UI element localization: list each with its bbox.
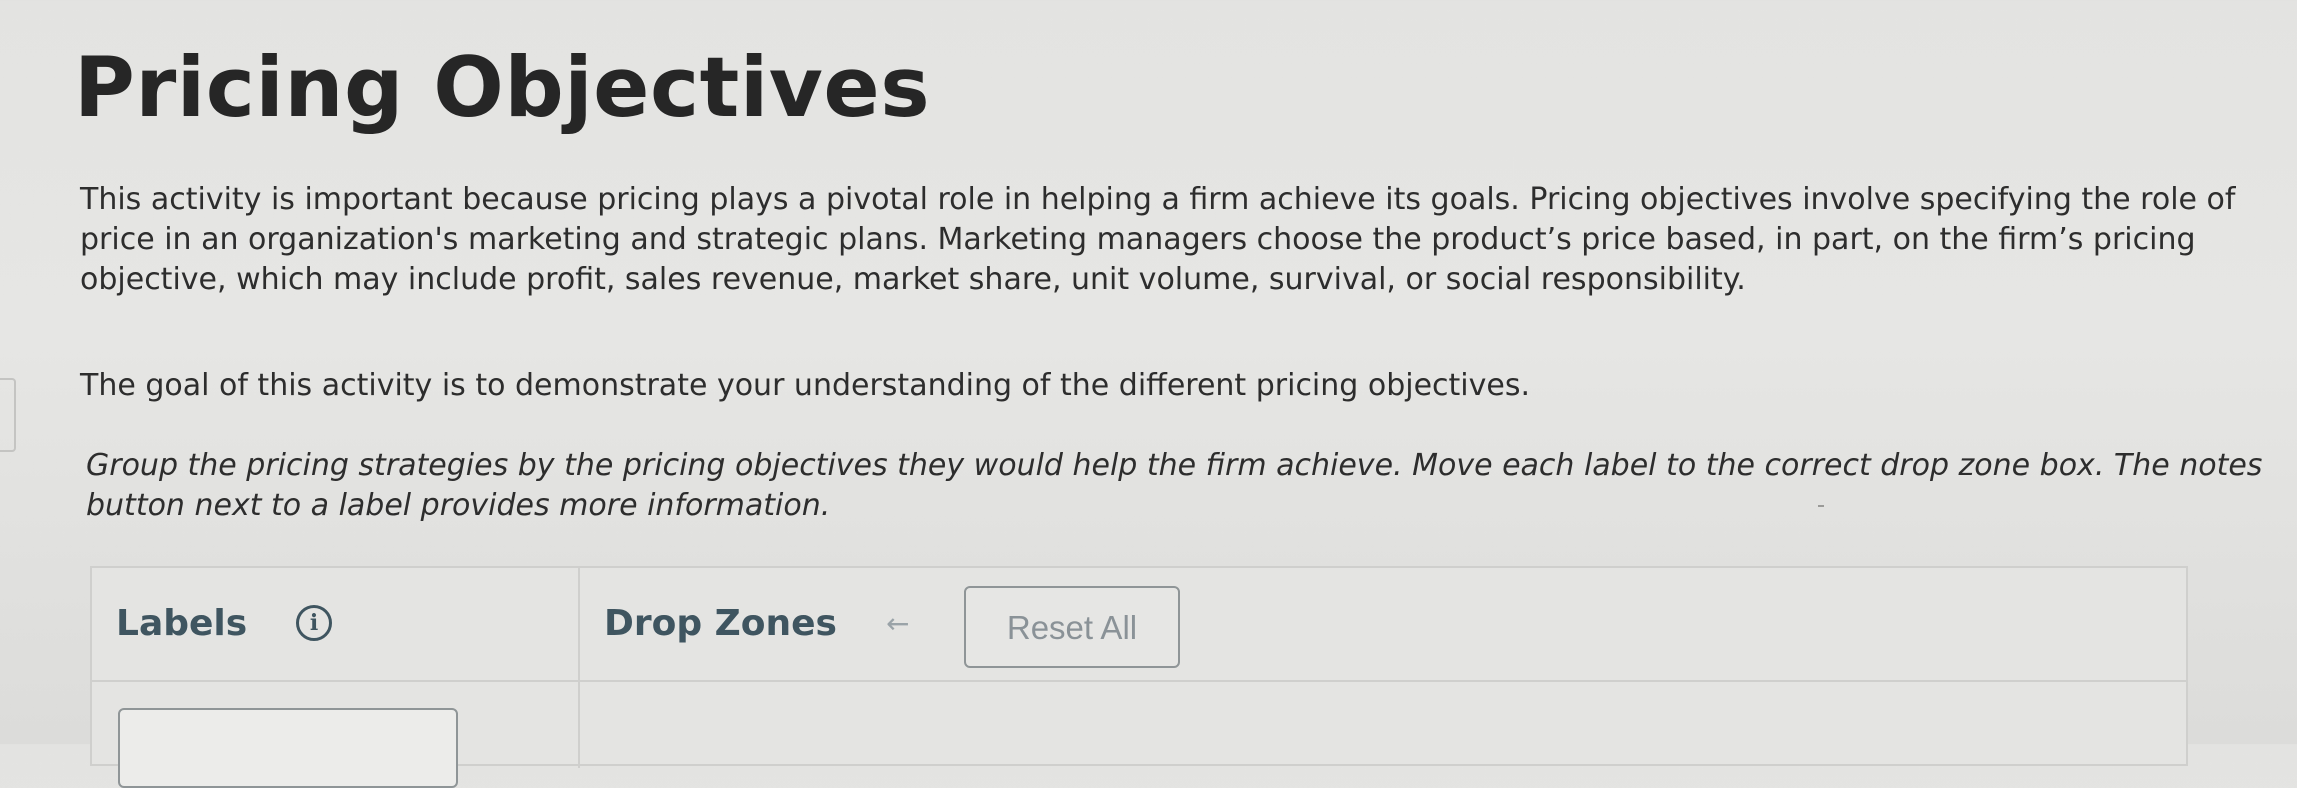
panel-header: Labels i Drop Zones ← Reset All xyxy=(92,568,2186,682)
page-title: Pricing Objectives xyxy=(74,39,931,136)
column-divider xyxy=(578,568,580,768)
collapsed-side-panel[interactable] xyxy=(0,378,16,452)
undo-icon[interactable]: ← xyxy=(886,606,909,642)
draggable-label[interactable] xyxy=(118,708,458,788)
labels-heading: Labels xyxy=(116,603,248,644)
drop-zones-heading: Drop Zones xyxy=(604,603,837,644)
stray-mark xyxy=(1818,505,1824,507)
info-icon[interactable]: i xyxy=(296,605,332,641)
goal-paragraph: The goal of this activity is to demonstr… xyxy=(80,368,1531,403)
instructions-paragraph: Group the pricing strategies by the pric… xyxy=(86,448,2263,523)
drag-drop-panel: Labels i Drop Zones ← Reset All xyxy=(90,566,2188,788)
intro-paragraph: This activity is important because prici… xyxy=(80,182,2236,297)
reset-all-button[interactable]: Reset All xyxy=(964,586,1180,668)
